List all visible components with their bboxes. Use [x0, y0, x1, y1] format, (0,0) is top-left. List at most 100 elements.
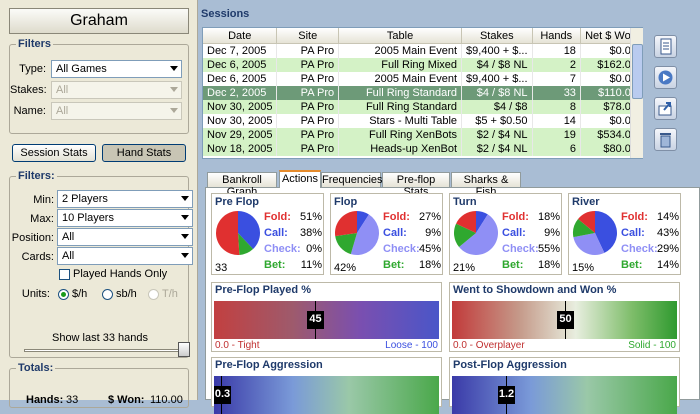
column-header[interactable]: Date: [203, 28, 278, 44]
scrollbar-thumb[interactable]: [632, 44, 643, 99]
trash-icon[interactable]: [654, 128, 677, 151]
stat-label: Check:: [383, 243, 420, 255]
cell-hands: 19: [532, 128, 581, 142]
filters-bottom-title: Filters:: [16, 170, 57, 182]
stat-label: Fold:: [502, 211, 529, 223]
stat-fold: Fold: 51%: [264, 211, 322, 223]
table-row[interactable]: Nov 30, 2005 PA Pro Full Ring Standard $4 /…: [203, 100, 642, 114]
tab-pre-flop-stats[interactable]: Pre-flop Stats: [382, 172, 450, 198]
column-header[interactable]: Stakes: [461, 28, 533, 44]
stakes-select[interactable]: All: [51, 81, 182, 99]
gauge-title: Pre-Flop Aggression: [215, 359, 323, 371]
max-players-select[interactable]: 10 Players: [57, 209, 193, 227]
show-last-label: Show last 33 hands: [51, 332, 148, 344]
pie-slice-fold: [335, 211, 357, 237]
min-players-select[interactable]: 2 Players: [57, 190, 193, 208]
pie-chart: [454, 211, 498, 255]
sessions-scrollbar[interactable]: [630, 28, 643, 158]
table-row[interactable]: Dec 6, 2005 PA Pro Full Ring Mixed $4 / $8 …: [203, 58, 642, 72]
gauge-pre-flop-played: Pre-Flop Played % 45 0.0 - Tight Loose - 10…: [211, 282, 442, 352]
type-select[interactable]: All Games: [51, 60, 182, 78]
table-row[interactable]: Dec 2, 2005 PA Pro Full Ring Standard $4 / …: [203, 86, 642, 100]
street-count: 42%: [334, 262, 357, 274]
position-select[interactable]: All: [57, 228, 193, 246]
table-row[interactable]: Nov 18, 2005 PA Pro Heads-up XenBot $2 / $4…: [203, 142, 642, 156]
filters-top-group: Filters Type: All Games Stakes: All Name…: [9, 38, 189, 134]
column-header[interactable]: Table: [338, 28, 463, 44]
filters-bottom-group: Filters: Min: 2 Players Max: 10 Players …: [9, 170, 193, 358]
stat-label: Bet:: [383, 259, 405, 271]
gauge-marker: 1.2: [498, 386, 515, 404]
table-row[interactable]: Dec 7, 2005 PA Pro 2005 Main Event $9,400 +…: [203, 43, 642, 58]
position-label: Position:: [11, 232, 54, 244]
hands-slider-handle[interactable]: [178, 342, 190, 357]
cell-stakes: $4 / $8 NL: [461, 86, 533, 100]
min-label: Min:: [33, 194, 54, 206]
street-count: 21%: [453, 262, 476, 274]
cell-site: PA Pro: [276, 86, 340, 100]
gauge-title: Went to Showdown and Won %: [453, 284, 617, 296]
tab-frequencies[interactable]: Frequencies: [321, 172, 383, 187]
stat-value: 55%: [537, 243, 560, 255]
chevron-down-icon: [170, 87, 178, 92]
column-header[interactable]: Hands: [532, 28, 581, 44]
totals-group: Totals: Hands: 33 $ Won: 110.00: [9, 362, 189, 408]
gauge-gradient-bar: 45: [214, 301, 439, 339]
unit-sb-radio[interactable]: [102, 289, 113, 300]
hand-stats-button[interactable]: Hand Stats: [102, 144, 186, 162]
stat-fold: Fold: 27%: [383, 211, 441, 223]
street-count: 15%: [572, 262, 595, 274]
column-header[interactable]: Site: [276, 28, 340, 44]
stat-label: Check:: [621, 243, 658, 255]
stat-value: 38%: [299, 227, 322, 239]
export-icon[interactable]: [654, 97, 677, 120]
tab-actions[interactable]: Actions: [279, 170, 321, 188]
cell-stakes: $9,400 + $...: [461, 72, 533, 86]
play-icon[interactable]: [654, 66, 677, 89]
notes-icon[interactable]: [654, 35, 677, 58]
cell-site: PA Pro: [276, 58, 340, 72]
stat-value: 27%: [418, 211, 441, 223]
stat-bet: Bet: 11%: [264, 259, 322, 271]
units-label: Units:: [21, 288, 50, 300]
unit-sb-label: sb/h: [116, 288, 137, 300]
chevron-down-icon: [170, 66, 178, 71]
cell-hands: 6: [532, 142, 581, 156]
cell-site: PA Pro: [276, 43, 340, 58]
cell-date: Nov 18, 2005: [203, 142, 278, 156]
table-row[interactable]: Dec 6, 2005 PA Pro 2005 Main Event $9,400 +…: [203, 72, 642, 86]
unit-dollar-radio[interactable]: [58, 289, 69, 300]
table-row[interactable]: Nov 29, 2005 PA Pro Full Ring XenBots $2 / …: [203, 128, 642, 142]
cell-hands: 7: [532, 72, 581, 86]
unit-t-radio[interactable]: [148, 289, 159, 300]
hands-slider-track[interactable]: [24, 349, 184, 352]
cell-stakes: $2 / $4 NL: [461, 142, 533, 156]
cell-table: Full Ring Mixed: [338, 58, 463, 72]
gauge-went-to-showdown-and-won: Went to Showdown and Won % 50 0.0 - Overpl…: [449, 282, 680, 352]
stat-label: Call:: [621, 227, 645, 239]
tab-sharks-fish[interactable]: Sharks & Fish: [451, 172, 521, 198]
street-title: Turn: [453, 196, 477, 208]
stat-call: Call: 38%: [264, 227, 322, 239]
stat-value: 9%: [425, 227, 441, 239]
street-chart-turn: Turn Fold: 18% Call: 9% Check: 55% Bet: 18% 21%: [449, 193, 562, 275]
cards-select[interactable]: All: [57, 247, 193, 265]
pie-chart: [573, 211, 617, 255]
cell-date: Dec 2, 2005: [203, 86, 278, 100]
session-stats-button[interactable]: Session Stats: [12, 144, 96, 162]
player-name: Graham: [9, 8, 189, 34]
name-select[interactable]: All: [51, 102, 182, 120]
stat-label: Fold:: [621, 211, 648, 223]
cell-hands: 18: [532, 43, 581, 58]
gauge-marker: 50: [557, 311, 574, 329]
played-hands-checkbox[interactable]: [59, 269, 70, 280]
cell-hands: 14: [532, 114, 581, 128]
stat-value: 11%: [300, 259, 322, 271]
tab-bankroll-graph[interactable]: Bankroll Graph: [207, 172, 277, 198]
table-row[interactable]: Nov 30, 2005 PA Pro Stars - Multi Table $5 …: [203, 114, 642, 128]
cell-site: PA Pro: [276, 72, 340, 86]
cell-table: Full Ring Standard: [338, 100, 463, 114]
cell-stakes: $2 / $4 NL: [461, 128, 533, 142]
cell-table: Full Ring XenBots: [338, 128, 463, 142]
street-count: 33: [215, 262, 228, 274]
